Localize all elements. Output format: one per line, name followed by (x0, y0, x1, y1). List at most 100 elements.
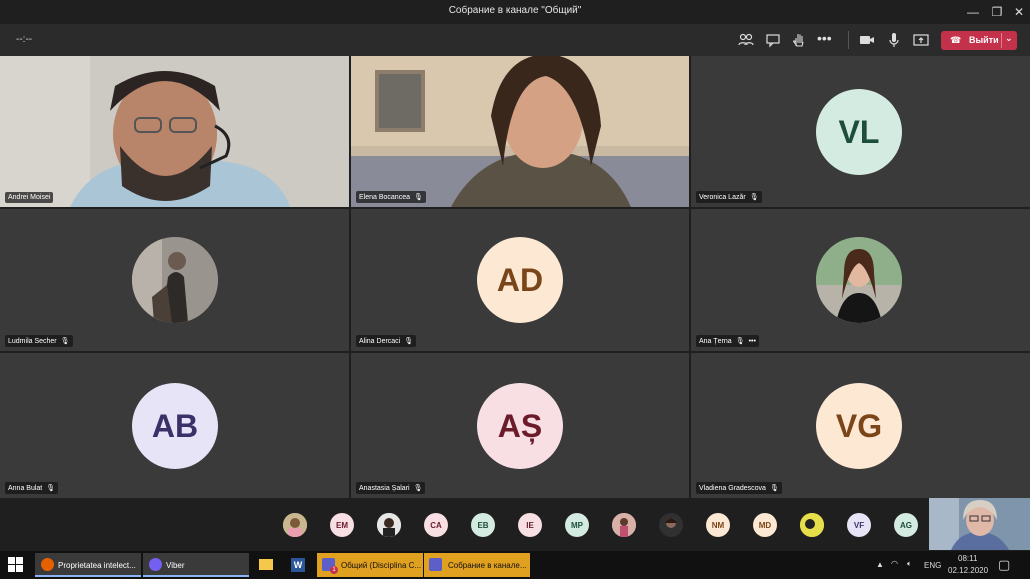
toolbar-divider (848, 31, 849, 49)
folder-icon (259, 559, 273, 570)
overflow-avatar[interactable]: CA (424, 513, 448, 537)
profile-photo (283, 513, 307, 537)
participant-video (351, 56, 689, 207)
self-view-video[interactable] (929, 498, 1030, 550)
overflow-avatar[interactable]: VF (847, 513, 871, 537)
firefox-icon (41, 558, 54, 571)
window-title: Собрание в канале "Общий" (448, 5, 582, 16)
overflow-avatar-photo[interactable] (800, 513, 824, 537)
taskbar-item-label: Viber (166, 561, 185, 570)
participant-tile[interactable]: AB Anna Bulat 🎙︎ (0, 353, 349, 498)
microphone-muted-icon: 🎙︎ (413, 485, 423, 492)
microphone-icon (889, 33, 899, 47)
participant-avatar: AB (132, 383, 218, 469)
participant-name-label: Anastasia Șalari 🎙︎ (356, 482, 426, 494)
share-screen-button[interactable] (912, 31, 930, 49)
language-indicator[interactable]: ENG (924, 561, 941, 570)
participant-overflow-strip: EM CA EB IE MP NM MD VF AG (0, 498, 1030, 550)
profile-photo (816, 237, 902, 323)
participant-name-label: Alina Dercaci 🎙︎ (356, 335, 417, 347)
overflow-avatar[interactable]: EB (471, 513, 495, 537)
microphone-button[interactable] (885, 31, 903, 49)
taskbar-item-label: Собрание в канале... (448, 561, 527, 570)
overflow-avatar[interactable]: MP (565, 513, 589, 537)
taskbar-item-teams-meeting[interactable]: Собрание в канале... (424, 553, 530, 577)
clock-date[interactable]: 02.12.2020 (948, 566, 988, 575)
leave-divider (1001, 33, 1002, 48)
participants-button[interactable] (737, 31, 755, 49)
overflow-avatar[interactable]: NM (706, 513, 730, 537)
profile-photo (377, 513, 401, 537)
wifi-icon[interactable]: ◠ (891, 559, 898, 568)
volume-icon[interactable]: 🔈︎ (907, 559, 912, 569)
participant-avatar: AȘ (477, 383, 563, 469)
taskbar-item-label: Общий (Disciplina C... (341, 561, 422, 570)
taskbar-item-viber[interactable]: Viber (143, 553, 249, 577)
overflow-avatar-photo[interactable] (283, 513, 307, 537)
people-icon (738, 33, 754, 46)
title-bar: Собрание в канале "Общий" — ❐ ✕ (0, 0, 1030, 24)
teams-icon (429, 558, 442, 571)
share-screen-icon (913, 34, 929, 46)
participant-tile[interactable]: Ana Țerna 🎙︎ ••• (691, 209, 1030, 351)
participant-name-label: Anna Bulat 🎙︎ (5, 482, 59, 494)
windows-taskbar: Proprietatea intelect... Viber W 1 Общий… (0, 551, 1030, 579)
overflow-avatar-photo[interactable] (612, 513, 636, 537)
chevron-down-icon[interactable]: ⌄ (1005, 33, 1013, 44)
participant-tile[interactable]: VL Veronica Lazăr 🎙︎ (691, 56, 1030, 207)
participant-name-label: Elena Bocancea 🎙︎ (356, 191, 426, 203)
minimize-button[interactable]: — (960, 0, 986, 24)
microphone-muted-icon: 🎙︎ (404, 338, 414, 345)
overflow-avatar[interactable]: MD (753, 513, 777, 537)
participant-avatar (816, 237, 902, 323)
close-button[interactable]: ✕ (1006, 0, 1030, 24)
participant-tile[interactable]: Ludmila Secher 🎙︎ (0, 209, 349, 351)
participant-tile[interactable]: VG Vladiena Gradescova 🎙︎ (691, 353, 1030, 498)
taskbar-item-word[interactable]: W (288, 553, 308, 577)
notification-badge: 1 (330, 566, 338, 574)
microphone-muted-icon: 🎙︎ (735, 338, 745, 345)
participant-avatar: VG (816, 383, 902, 469)
taskbar-item-explorer[interactable] (256, 553, 276, 577)
phone-hangup-icon: ☎ (950, 35, 962, 45)
windows-logo-icon (8, 557, 23, 572)
leave-label: Выйти (969, 35, 999, 45)
viber-icon (149, 558, 162, 571)
taskbar-item-firefox[interactable]: Proprietatea intelect... (35, 553, 141, 577)
microphone-muted-icon: 🎙︎ (413, 194, 423, 201)
chat-button[interactable] (764, 31, 782, 49)
more-icon: ••• (817, 30, 832, 46)
taskbar-item-teams-chat[interactable]: 1 Общий (Disciplina C... (317, 553, 423, 577)
participant-avatar: AD (477, 237, 563, 323)
participant-tile[interactable]: Andrei Moisei (0, 56, 349, 207)
raise-hand-button[interactable] (790, 31, 808, 49)
participant-tile[interactable]: Elena Bocancea 🎙︎ (351, 56, 689, 207)
participant-name-label: Vladiena Gradescova 🎙︎ (696, 482, 782, 494)
show-hidden-icons-icon[interactable]: ▲ (876, 560, 884, 569)
overflow-avatar[interactable]: IE (518, 513, 542, 537)
overflow-avatar[interactable]: AG (894, 513, 918, 537)
microphone-muted-icon: 🎙︎ (60, 338, 70, 345)
start-button[interactable] (8, 553, 26, 577)
meeting-timer: --:-- (16, 34, 33, 45)
overflow-avatar-photo[interactable] (377, 513, 401, 537)
leave-button[interactable]: ☎ Выйти ⌄ (941, 31, 1017, 50)
notifications-icon[interactable]: ▢ (998, 557, 1010, 573)
participant-video (0, 56, 349, 207)
overflow-avatar[interactable]: EM (330, 513, 354, 537)
more-actions-button[interactable]: ••• (817, 30, 835, 48)
meeting-toolbar: --:-- ••• ☎ Выйти ⌄ (0, 24, 1030, 56)
more-options-icon[interactable]: ••• (749, 338, 756, 345)
participant-tile[interactable]: AD Alina Dercaci 🎙︎ (351, 209, 689, 351)
participant-tile[interactable]: AȘ Anastasia Șalari 🎙︎ (351, 353, 689, 498)
camera-icon (860, 36, 874, 44)
profile-photo (800, 513, 824, 537)
clock-time[interactable]: 08:11 (958, 554, 977, 563)
participant-name-label: Veronica Lazăr 🎙︎ (696, 191, 762, 203)
participant-avatar: VL (816, 89, 902, 175)
microphone-muted-icon: 🎙︎ (749, 194, 759, 201)
camera-button[interactable] (858, 31, 876, 49)
overflow-avatar-photo[interactable] (659, 513, 683, 537)
word-icon: W (291, 558, 305, 572)
participant-avatar (132, 237, 218, 323)
